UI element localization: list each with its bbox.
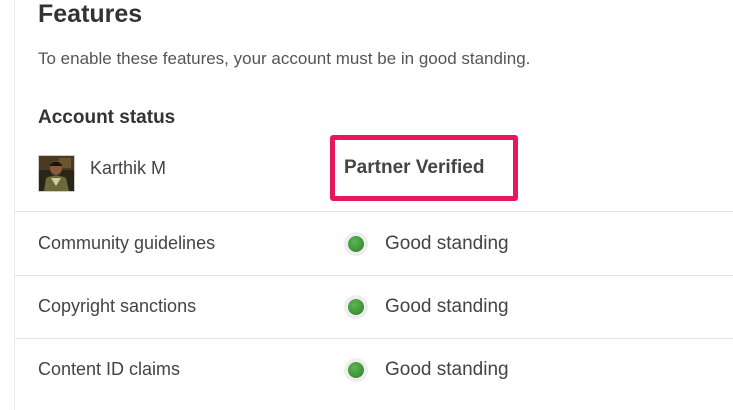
row-label[interactable]: Copyright sanctions [38,294,196,318]
status-text: Good standing [385,296,509,317]
avatar[interactable] [38,155,75,192]
partner-status-label: Partner Verified [344,157,485,178]
account-name[interactable]: Karthik M [90,156,166,180]
status-dot-icon [344,358,368,382]
account-row: Karthik M Partner Verified [38,135,733,202]
features-panel: Features To enable these features, your … [0,0,733,410]
status-dot-icon [344,232,368,256]
status-row-community-guidelines: Community guidelines Good standing [38,231,733,271]
panel-left-border [14,0,15,410]
status-dot-icon [344,295,368,319]
avatar-image [39,156,74,191]
status-row-content-id-claims: Content ID claims Good standing [38,357,733,397]
row-label[interactable]: Content ID claims [38,357,180,381]
status-text: Good standing [385,359,509,380]
status-row-copyright-sanctions: Copyright sanctions Good standing [38,294,733,334]
page-subtitle: To enable these features, your account m… [38,49,531,68]
row-divider [15,275,733,276]
page-title: Features [38,0,143,28]
account-status-heading: Account status [38,107,176,128]
row-divider [15,338,733,339]
status-text: Good standing [385,233,509,254]
row-divider [15,211,733,212]
row-label[interactable]: Community guidelines [38,231,215,255]
